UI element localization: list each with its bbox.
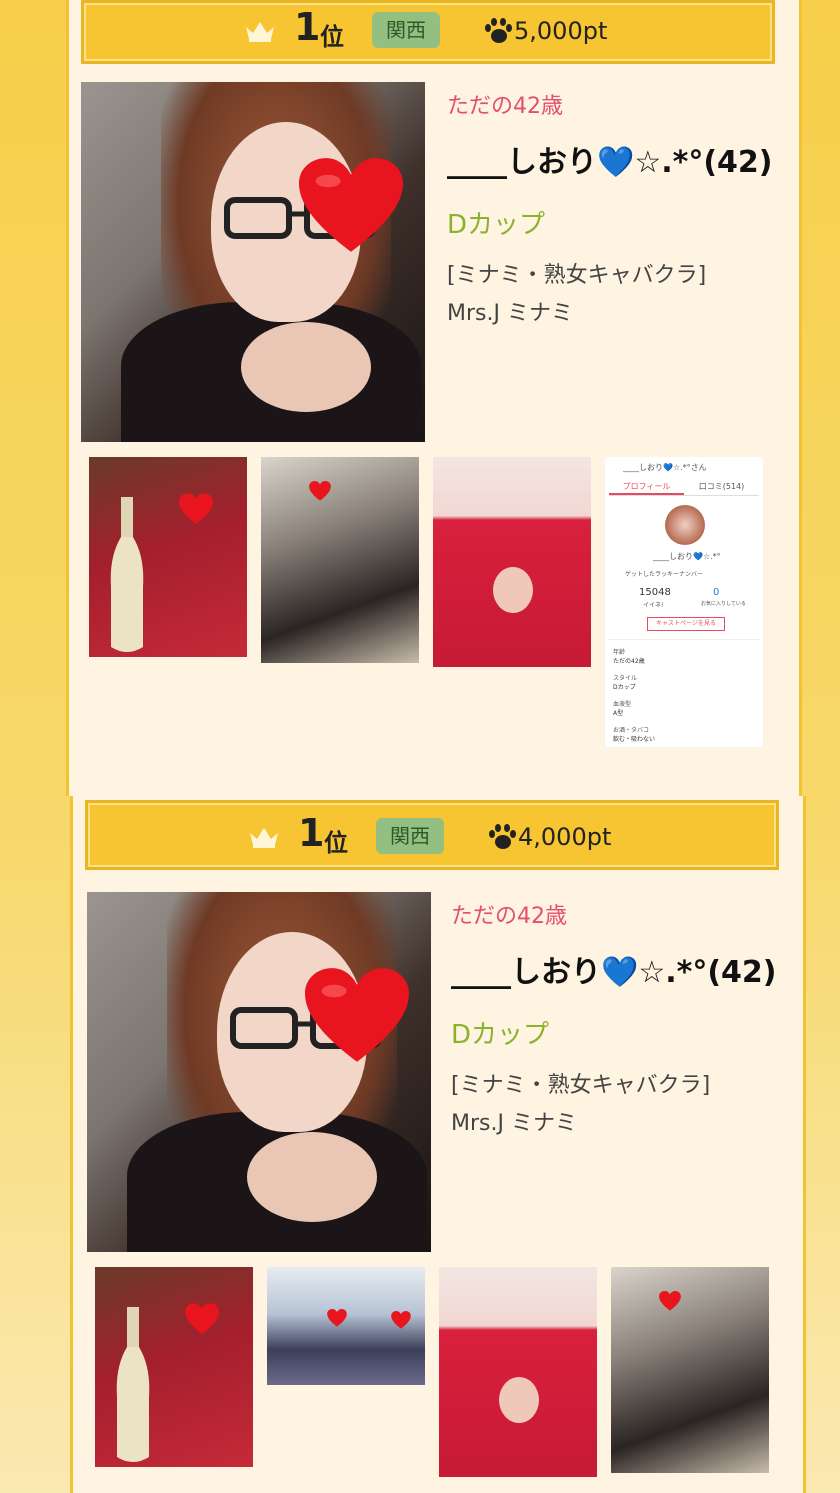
cast-cup: Dカップ xyxy=(447,210,546,240)
rank-header-bar: 1 位 関西 5,000pt xyxy=(81,0,775,64)
mini-title: ____しおり💙☆.*°さん xyxy=(623,463,707,472)
champagne-bottle-shape xyxy=(110,497,144,652)
thumbnail-red-knit[interactable] xyxy=(433,457,591,667)
mini-field2-label: スタイル xyxy=(613,675,638,682)
points-value: 5,000pt xyxy=(514,17,608,45)
mini-stat1-label: イイネ! xyxy=(643,602,664,609)
mini-tabs: プロフィール 口コミ(514) xyxy=(609,481,759,496)
profile-screenshot: ____しおり💙☆.*°さん プロフィール 口コミ(514) ____しおり💙☆… xyxy=(605,457,763,747)
mini-stat2-value: 0 xyxy=(713,587,720,598)
mini-avatar-name: ____しおり💙☆.*° xyxy=(653,552,721,561)
mini-field4-label: お酒・タバコ xyxy=(613,727,650,734)
heart-sticker-icon xyxy=(185,1303,219,1334)
heart-sticker-icon xyxy=(309,481,331,501)
region-badge: 関西 xyxy=(376,818,444,854)
paw-icon xyxy=(489,824,516,849)
heart-sticker-icon xyxy=(305,968,409,1062)
points-value: 4,000pt xyxy=(518,823,612,851)
thumbnail-party[interactable] xyxy=(267,1267,425,1385)
cast-name[interactable]: ____しおり💙☆.*°(42) xyxy=(447,134,777,192)
mini-field4-value: 飲む・吸わない xyxy=(613,736,656,743)
thumbnail-champagne[interactable] xyxy=(89,457,247,657)
mini-cast-page-button: キャストページを見る xyxy=(647,617,725,631)
mini-points-label: ゲットしたラッキーナンバー xyxy=(625,571,704,578)
rank-number: 1 xyxy=(298,811,325,855)
ranking-card-2[interactable]: 1 位 関西 4,000pt ただの42歳 ____しおり💙☆.*°(42) D… xyxy=(70,796,806,1493)
cast-info: ただの42歳 ____しおり💙☆.*°(42) Dカップ [ミナミ・熟女キャバク… xyxy=(451,898,781,1143)
crown-icon xyxy=(246,22,274,42)
cast-age: ただの42歳 xyxy=(451,904,567,929)
cast-age: ただの42歳 xyxy=(447,94,563,119)
thumbnail-profile-screenshot[interactable]: ____しおり💙☆.*°さん プロフィール 口コミ(514) ____しおり💙☆… xyxy=(605,457,763,747)
mini-field1-label: 年齢 xyxy=(613,649,626,656)
mini-stat1-value: 15048 xyxy=(639,587,671,598)
crown-icon xyxy=(250,828,278,848)
thumbnail-champagne[interactable] xyxy=(95,1267,253,1467)
heart-sticker-icon xyxy=(299,158,403,252)
mini-field3-value: A型 xyxy=(613,710,624,717)
rank-suffix: 位 xyxy=(320,23,344,51)
thumbnail-red-knit[interactable] xyxy=(439,1267,597,1477)
mini-stat2-label: お気に入りしている xyxy=(701,601,746,607)
mini-avatar xyxy=(665,505,705,545)
cast-cup: Dカップ xyxy=(451,1020,550,1050)
mini-tab-reviews: 口コミ(514) xyxy=(698,482,745,491)
mini-tab-profile: プロフィール xyxy=(609,481,684,495)
champagne-bottle-shape xyxy=(116,1307,150,1462)
shop-name[interactable]: Mrs.J ミナミ xyxy=(447,295,777,333)
shop-name[interactable]: Mrs.J ミナミ xyxy=(451,1105,781,1143)
shop-category[interactable]: [ミナミ・熟女キャバクラ] xyxy=(451,1067,781,1105)
heart-sticker-icon xyxy=(327,1309,347,1327)
region-badge: 関西 xyxy=(372,12,440,48)
heart-sticker-icon xyxy=(179,493,213,524)
paw-icon xyxy=(485,18,512,43)
main-photo[interactable] xyxy=(81,82,425,442)
mini-field2-value: Dカップ xyxy=(613,684,636,691)
mini-field1-value: ただの42歳 xyxy=(613,658,645,665)
rank-suffix: 位 xyxy=(324,829,348,857)
heart-sticker-icon xyxy=(659,1291,681,1311)
cast-name[interactable]: ____しおり💙☆.*°(42) xyxy=(451,944,781,1002)
thumbnail-lingerie[interactable] xyxy=(611,1267,769,1473)
heart-sticker-icon xyxy=(391,1311,411,1329)
shop-category[interactable]: [ミナミ・熟女キャバクラ] xyxy=(447,257,777,295)
rank-header-bar: 1 位 関西 4,000pt xyxy=(85,800,779,870)
thumbnail-lingerie[interactable] xyxy=(261,457,419,663)
main-photo[interactable] xyxy=(87,892,431,1252)
mini-field3-label: 血液型 xyxy=(613,701,632,708)
ranking-card-1[interactable]: 1 位 関西 5,000pt ただの42歳 ____しおり💙☆.*°(42) D… xyxy=(66,0,802,796)
rank-number: 1 xyxy=(294,5,321,49)
cast-info: ただの42歳 ____しおり💙☆.*°(42) Dカップ [ミナミ・熟女キャバク… xyxy=(447,88,777,333)
